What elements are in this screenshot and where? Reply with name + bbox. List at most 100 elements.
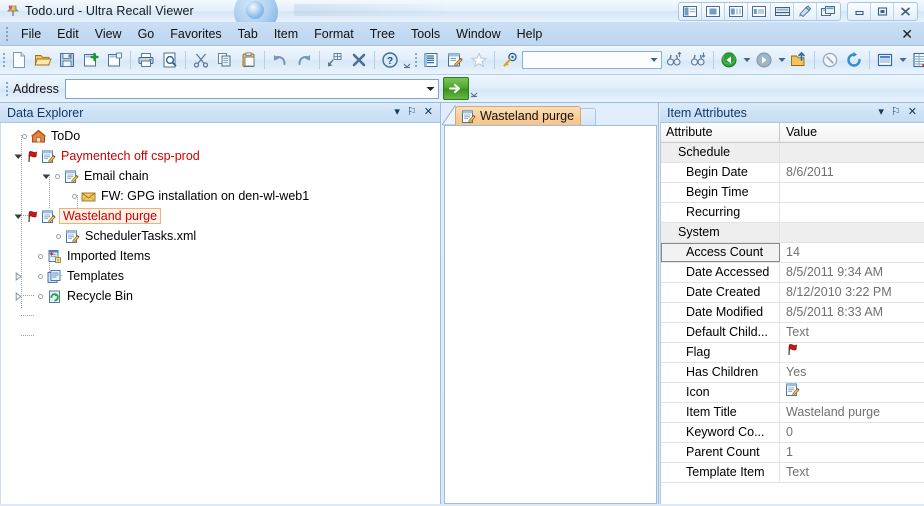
forward-arrow-icon[interactable] bbox=[752, 48, 776, 72]
panel-pin-button[interactable]: ⚐ bbox=[891, 107, 901, 118]
layout-center-pane-icon[interactable] bbox=[702, 2, 725, 20]
minimize-button[interactable] bbox=[848, 2, 871, 20]
table-row[interactable]: Schedule bbox=[661, 143, 924, 163]
tree-item-imported-items[interactable]: Imported Items bbox=[1, 246, 440, 266]
properties-grid-icon[interactable] bbox=[908, 48, 924, 72]
table-row[interactable]: Recurring bbox=[661, 203, 924, 223]
layout-horizontal-split-icon[interactable] bbox=[771, 2, 794, 20]
layout-theme-icon[interactable] bbox=[794, 2, 817, 20]
layout-left-pane-icon[interactable] bbox=[679, 2, 702, 20]
folder-up-icon[interactable] bbox=[787, 48, 811, 72]
forward-dropdown-chevron-down-icon[interactable] bbox=[776, 48, 787, 72]
table-row[interactable]: Parent Count 1 bbox=[661, 443, 924, 463]
binoculars-down-icon[interactable] bbox=[686, 48, 710, 72]
star-icon[interactable] bbox=[467, 48, 491, 72]
panel-pin-button[interactable]: ⚐ bbox=[407, 107, 417, 118]
clipboard-paste-icon[interactable] bbox=[237, 48, 261, 72]
tree-item-todo[interactable]: ToDo bbox=[1, 126, 440, 146]
new-item-icon[interactable] bbox=[79, 48, 103, 72]
tab-wasteland-purge[interactable]: Wasteland purge bbox=[455, 106, 582, 125]
copy-icon[interactable] bbox=[213, 48, 237, 72]
menu-gripper[interactable] bbox=[3, 26, 11, 42]
attributes-grid[interactable]: Attribute Value Schedule Begin Date 8/6/… bbox=[660, 123, 924, 506]
search-combo[interactable] bbox=[522, 51, 662, 69]
toolbar2-gripper[interactable] bbox=[415, 52, 417, 68]
layout-cascade-icon[interactable] bbox=[817, 3, 840, 20]
tree-item-email-chain[interactable]: Email chain bbox=[1, 166, 440, 186]
document-content-area[interactable] bbox=[444, 125, 657, 504]
address-chevron-down-icon[interactable] bbox=[424, 81, 438, 97]
panel-close-button[interactable]: ✕ bbox=[908, 107, 917, 118]
column-header-attribute[interactable]: Attribute bbox=[661, 123, 780, 143]
stop-circle-icon[interactable] bbox=[818, 48, 842, 72]
layout-split-pane-icon[interactable] bbox=[725, 2, 748, 20]
menu-file[interactable]: File bbox=[13, 24, 49, 44]
expander-expanded-icon[interactable] bbox=[13, 151, 24, 162]
menu-tree[interactable]: Tree bbox=[362, 24, 403, 44]
layout-wide-pane-icon[interactable] bbox=[748, 2, 771, 20]
tree-item-wasteland-purge[interactable]: Wasteland purge bbox=[1, 206, 440, 226]
address-input[interactable] bbox=[65, 79, 424, 98]
close-document-icon[interactable]: ✕ bbox=[898, 27, 916, 41]
table-row[interactable]: Date Modified 8/5/2011 8:33 AM bbox=[661, 303, 924, 323]
toolbar-overflow-icon[interactable] bbox=[402, 48, 412, 72]
table-row[interactable]: Template Item Text bbox=[661, 463, 924, 483]
table-row[interactable]: Default Child... Text bbox=[661, 323, 924, 343]
expander-collapsed-icon[interactable] bbox=[13, 271, 24, 282]
panel-menu-button[interactable]: ▾ bbox=[394, 107, 400, 118]
redo-arrow-icon[interactable] bbox=[292, 48, 316, 72]
address-gripper[interactable] bbox=[3, 81, 11, 97]
address-overflow-icon[interactable] bbox=[469, 77, 479, 101]
table-row[interactable]: Begin Time bbox=[661, 183, 924, 203]
menu-window[interactable]: Window bbox=[448, 24, 508, 44]
chevron-down-icon[interactable] bbox=[647, 52, 661, 68]
explorer-tree[interactable]: ToDo Paymentech off csp-prod Email chain… bbox=[0, 123, 440, 506]
menu-go[interactable]: Go bbox=[130, 24, 163, 44]
panel-menu-button[interactable]: ▾ bbox=[878, 107, 884, 118]
table-row[interactable]: Date Accessed 8/5/2011 9:34 AM bbox=[661, 263, 924, 283]
back-arrow-icon[interactable] bbox=[717, 48, 741, 72]
expander-collapsed-icon[interactable] bbox=[13, 291, 24, 302]
new-child-item-icon[interactable] bbox=[103, 48, 127, 72]
binoculars-up-icon[interactable] bbox=[662, 48, 686, 72]
green-arrow-go-icon[interactable] bbox=[442, 77, 469, 100]
menu-view[interactable]: View bbox=[87, 24, 130, 44]
views-dropdown-chevron-down-icon[interactable] bbox=[897, 48, 908, 72]
expander-expanded-icon[interactable] bbox=[41, 171, 52, 182]
printer-icon[interactable] bbox=[134, 48, 158, 72]
back-dropdown-chevron-down-icon[interactable] bbox=[741, 48, 752, 72]
table-row-selected[interactable]: Access Count 14 bbox=[661, 243, 924, 263]
edit-notepad-icon[interactable] bbox=[443, 48, 467, 72]
remove-link-icon[interactable] bbox=[323, 48, 347, 72]
menu-help[interactable]: Help bbox=[509, 24, 551, 44]
table-row[interactable]: Date Created 8/12/2010 3:22 PM bbox=[661, 283, 924, 303]
menu-format[interactable]: Format bbox=[306, 24, 362, 44]
tree-item-fw-gpg[interactable]: FW: GPG installation on den-wl-web1 bbox=[1, 186, 440, 206]
table-row[interactable]: Has Children Yes bbox=[661, 363, 924, 383]
menu-tools[interactable]: Tools bbox=[403, 24, 448, 44]
attribute-name-selected[interactable]: Access Count bbox=[661, 243, 780, 262]
delete-x-icon[interactable] bbox=[347, 48, 371, 72]
question-help-icon[interactable]: ? bbox=[378, 48, 402, 72]
tree-item-schedulertasks[interactable]: SchedulerTasks.xml bbox=[1, 226, 440, 246]
undo-arrow-icon[interactable] bbox=[268, 48, 292, 72]
menu-item[interactable]: Item bbox=[266, 24, 306, 44]
view-pane-icon[interactable] bbox=[873, 48, 897, 72]
outline-list-icon[interactable] bbox=[419, 48, 443, 72]
table-row[interactable]: System bbox=[661, 223, 924, 243]
table-row[interactable]: Begin Date 8/6/2011 bbox=[661, 163, 924, 183]
column-header-value[interactable]: Value bbox=[780, 123, 924, 143]
menu-edit[interactable]: Edit bbox=[49, 24, 87, 44]
maximize-button[interactable] bbox=[871, 2, 894, 20]
table-row[interactable]: Item Title Wasteland purge bbox=[661, 403, 924, 423]
new-document-icon[interactable] bbox=[7, 48, 31, 72]
close-button[interactable] bbox=[894, 3, 917, 20]
expander-expanded-icon[interactable] bbox=[13, 211, 24, 222]
magnifier-key-icon[interactable] bbox=[498, 48, 522, 72]
scissors-icon[interactable] bbox=[189, 48, 213, 72]
tree-item-templates[interactable]: Templates bbox=[1, 266, 440, 286]
panel-close-button[interactable]: ✕ bbox=[424, 107, 433, 118]
menu-favorites[interactable]: Favorites bbox=[162, 24, 229, 44]
refresh-icon[interactable] bbox=[842, 48, 866, 72]
print-preview-icon[interactable] bbox=[158, 48, 182, 72]
